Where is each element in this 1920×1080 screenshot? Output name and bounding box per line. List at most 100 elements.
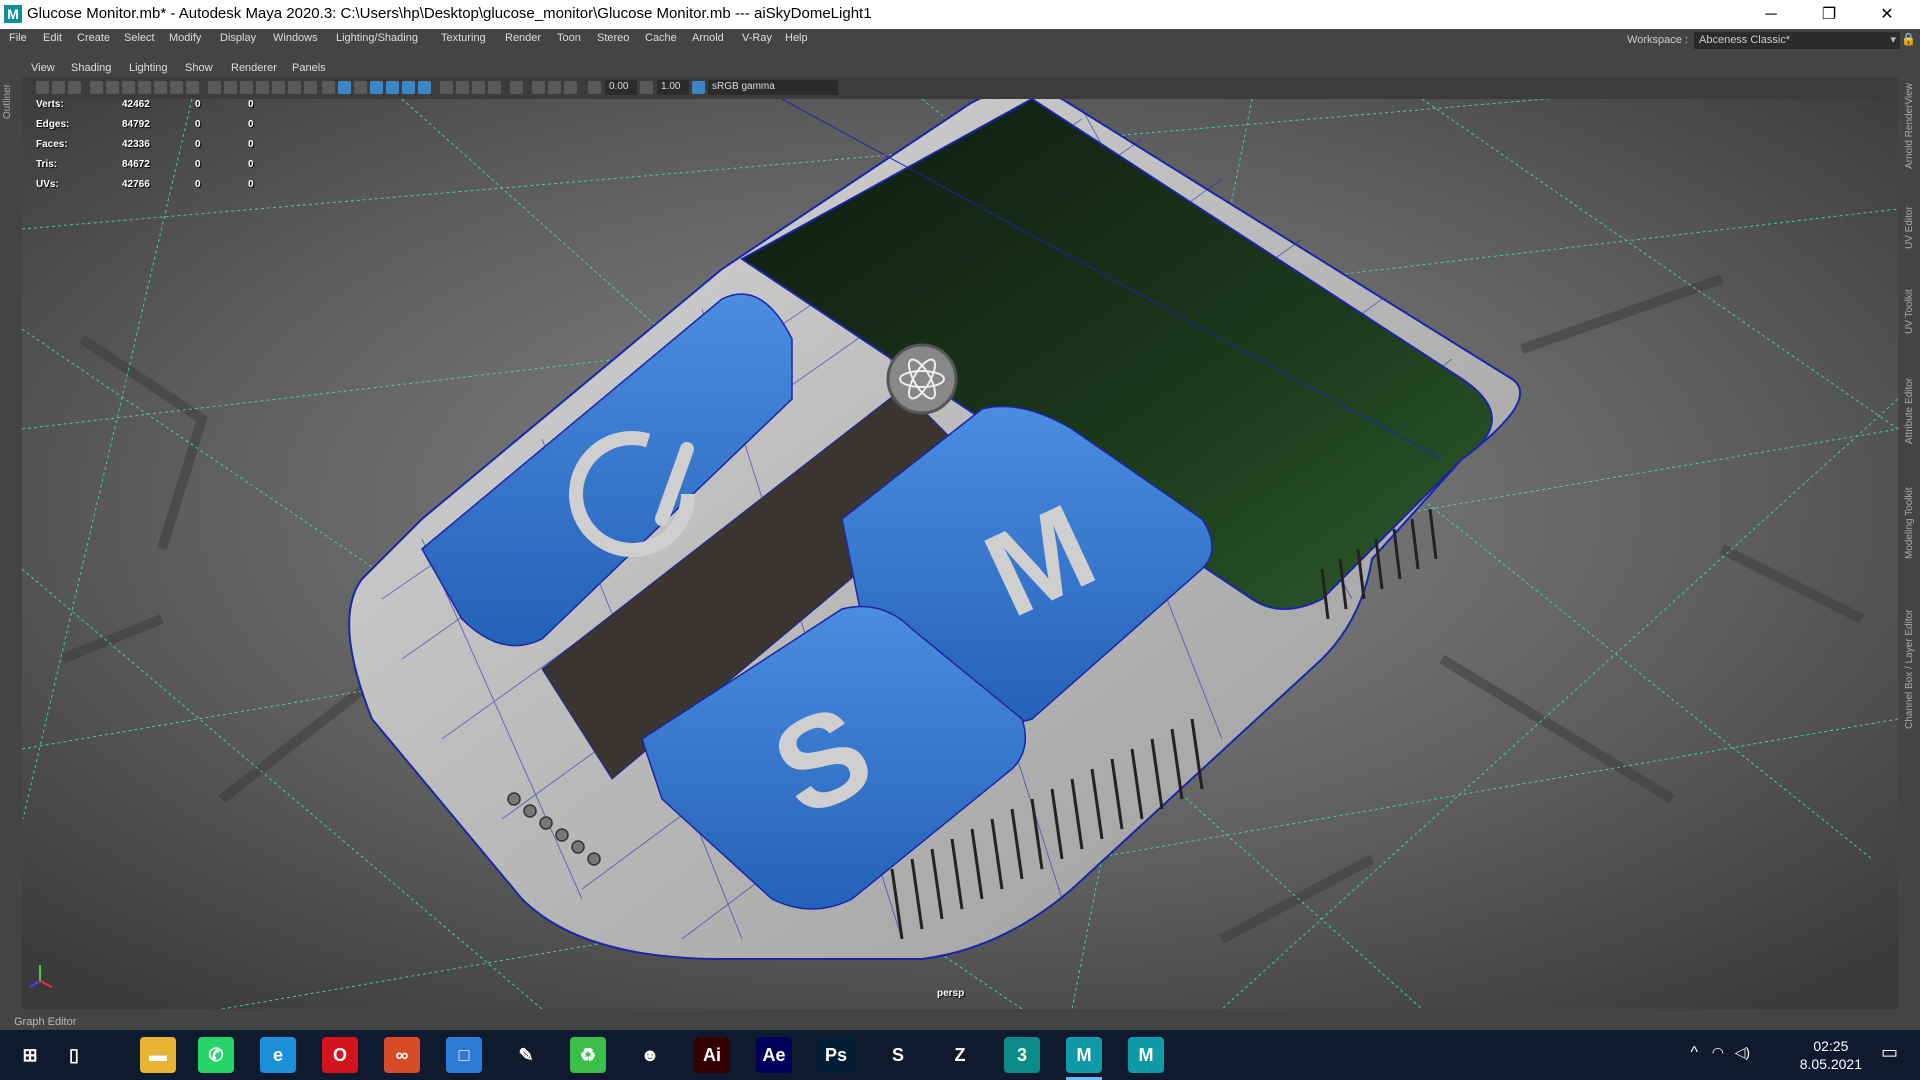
- anti-aliasing-icon[interactable]: [472, 81, 485, 94]
- image-plane-icon[interactable]: [106, 81, 119, 94]
- menu-render[interactable]: Render: [505, 32, 541, 44]
- panel-menu-view[interactable]: View: [31, 62, 55, 74]
- graph-editor-tab[interactable]: Graph Editor: [0, 1013, 1920, 1030]
- menu-texturing[interactable]: Texturing: [441, 32, 486, 44]
- minimize-button[interactable]: ─: [1742, 0, 1800, 29]
- lock-icon[interactable]: 🔒: [1901, 32, 1916, 46]
- outliner-tab[interactable]: Outliner: [2, 84, 13, 119]
- app-character-icon[interactable]: ☻: [632, 1037, 668, 1073]
- menu-edit[interactable]: Edit: [43, 32, 62, 44]
- menu-display[interactable]: Display: [220, 32, 256, 44]
- gate-mask-icon[interactable]: [272, 81, 285, 94]
- motion-blur-icon[interactable]: [456, 81, 469, 94]
- color-management-icon[interactable]: [692, 81, 705, 94]
- screen-space-ao-icon[interactable]: [440, 81, 453, 94]
- depth-of-field-icon[interactable]: [488, 81, 501, 94]
- xray-icon[interactable]: [304, 81, 317, 94]
- app-swirl-icon[interactable]: ∞: [384, 1037, 420, 1073]
- safe-action-icon[interactable]: [224, 81, 237, 94]
- panel-menu-panels[interactable]: Panels: [292, 62, 326, 74]
- menu-select[interactable]: Select: [124, 32, 155, 44]
- textured-icon[interactable]: [386, 81, 399, 94]
- grease-pencil-icon[interactable]: [138, 81, 151, 94]
- tab-attribute-editor[interactable]: Attribute Editor: [1904, 378, 1915, 444]
- left-dock-strip: Outliner: [0, 49, 20, 1013]
- select-camera-icon[interactable]: [36, 81, 49, 94]
- default-material-icon[interactable]: [354, 81, 367, 94]
- 2d-pan-zoom-icon[interactable]: [122, 81, 135, 94]
- bookmark-icon[interactable]: [90, 81, 103, 94]
- camera-label: persp: [937, 988, 965, 999]
- isolate-icon[interactable]: [288, 81, 301, 94]
- xray-joints-icon[interactable]: [532, 81, 545, 94]
- menu-arnold[interactable]: Arnold: [692, 32, 724, 44]
- use-all-lights-icon[interactable]: [402, 81, 415, 94]
- wifi-icon[interactable]: ◠: [1712, 1044, 1724, 1061]
- restore-button[interactable]: ❐: [1800, 0, 1858, 29]
- menu-file[interactable]: File: [9, 32, 27, 44]
- chevron-up-icon[interactable]: ^: [1690, 1044, 1698, 1062]
- tab-arnold-renderview[interactable]: Arnold RenderView: [1904, 83, 1915, 169]
- safe-title-icon[interactable]: [240, 81, 253, 94]
- menu-lighting-shading[interactable]: Lighting/Shading: [336, 32, 418, 44]
- windows-start-icon[interactable]: ⊞: [12, 1037, 48, 1073]
- menu-modify[interactable]: Modify: [169, 32, 201, 44]
- smooth-shade-icon[interactable]: [338, 81, 351, 94]
- 3dsmax-icon[interactable]: 3: [1004, 1037, 1040, 1073]
- resolution-gate-icon[interactable]: [186, 81, 199, 94]
- isolate-select-icon[interactable]: [510, 81, 523, 94]
- wireframe-icon[interactable]: [322, 81, 335, 94]
- panel-menu-show[interactable]: Show: [185, 62, 213, 74]
- task-view-icon[interactable]: ▯: [56, 1037, 92, 1073]
- menu-windows[interactable]: Windows: [273, 32, 318, 44]
- camera-attributes-icon[interactable]: [68, 81, 81, 94]
- field-chart-icon[interactable]: [256, 81, 269, 94]
- shadows-icon[interactable]: [418, 81, 431, 94]
- workspace-dropdown[interactable]: Abceness Classic*: [1694, 31, 1900, 49]
- app-s-icon[interactable]: S: [880, 1037, 916, 1073]
- panel-menu-renderer[interactable]: Renderer: [231, 62, 277, 74]
- edge-icon[interactable]: e: [260, 1037, 296, 1073]
- gamma-icon[interactable]: [640, 81, 653, 94]
- menu-toon[interactable]: Toon: [557, 32, 581, 44]
- app-square-icon[interactable]: □: [446, 1037, 482, 1073]
- backface-icon[interactable]: [564, 81, 577, 94]
- file-explorer-icon[interactable]: ▬: [140, 1037, 176, 1073]
- volume-icon[interactable]: ◁): [1735, 1044, 1750, 1061]
- illustrator-icon[interactable]: Ai: [694, 1037, 730, 1073]
- clock[interactable]: 02:25 8.05.2021: [1800, 1037, 1862, 1073]
- grid-icon[interactable]: [208, 81, 221, 94]
- maya-icon[interactable]: M: [1066, 1037, 1102, 1080]
- menu-vray[interactable]: V-Ray: [742, 32, 772, 44]
- tab-uv-toolkit[interactable]: UV Toolkit: [1904, 289, 1915, 334]
- notifications-icon[interactable]: ▭: [1881, 1042, 1898, 1063]
- opera-icon[interactable]: O: [322, 1037, 358, 1073]
- panel-menu-shading[interactable]: Shading: [71, 62, 111, 74]
- app-pencil-icon[interactable]: ✎: [508, 1037, 544, 1073]
- app-zbrush-icon[interactable]: Z: [942, 1037, 978, 1073]
- maya-2-icon[interactable]: M: [1128, 1037, 1164, 1073]
- xray-components-icon[interactable]: [548, 81, 561, 94]
- close-button[interactable]: ✕: [1858, 0, 1916, 29]
- gamma-field[interactable]: 1.00: [657, 80, 689, 95]
- after-effects-icon[interactable]: Ae: [756, 1037, 792, 1073]
- menu-create[interactable]: Create: [77, 32, 110, 44]
- exposure-icon[interactable]: [588, 81, 601, 94]
- lock-camera-icon[interactable]: [52, 81, 65, 94]
- 3d-viewport[interactable]: M S Verts: 42462 0 0 Edges: 84792 0 0 Faces: 42…: [22, 99, 1898, 1009]
- menu-stereo[interactable]: Stereo: [597, 32, 629, 44]
- exposure-field[interactable]: 0.00: [605, 80, 637, 95]
- whatsapp-icon[interactable]: ✆: [198, 1037, 234, 1073]
- menu-cache[interactable]: Cache: [645, 32, 677, 44]
- film-gate-icon[interactable]: [170, 81, 183, 94]
- menu-help[interactable]: Help: [785, 32, 808, 44]
- app-green-icon[interactable]: ♻: [570, 1037, 606, 1073]
- panel-menu-lighting[interactable]: Lighting: [129, 62, 168, 74]
- wireframe-on-shaded-icon[interactable]: [370, 81, 383, 94]
- tab-uv-editor[interactable]: UV Editor: [1904, 206, 1915, 249]
- photoshop-icon[interactable]: Ps: [818, 1037, 854, 1073]
- tab-modeling-toolkit[interactable]: Modeling Toolkit: [1904, 487, 1915, 559]
- colorspace-dropdown[interactable]: sRGB gamma: [708, 80, 838, 95]
- tab-channel-box[interactable]: Channel Box / Layer Editor: [1904, 609, 1915, 729]
- grid-toggle-icon[interactable]: [154, 81, 167, 94]
